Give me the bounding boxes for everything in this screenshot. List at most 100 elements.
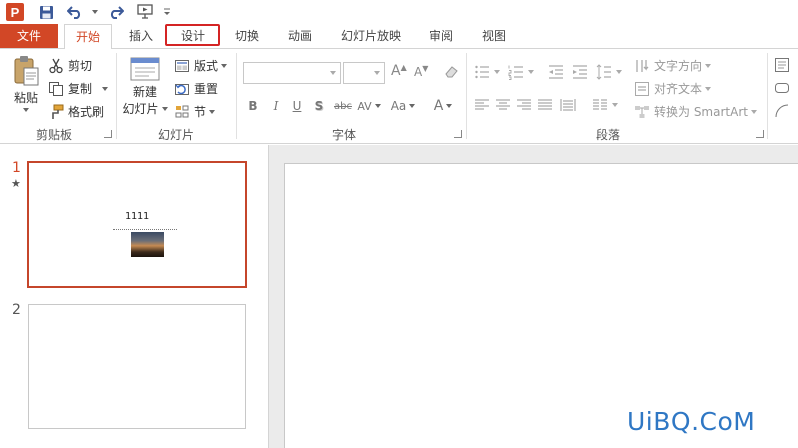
bullets-button[interactable] [474,64,500,80]
tab-insert[interactable]: 插入 [120,24,162,48]
change-case-label: Aa [390,99,407,113]
chevron-down-icon [221,63,228,68]
section-icon [175,105,189,117]
copy-button[interactable]: 复制 [48,80,109,97]
start-from-beginning-button[interactable] [134,2,156,22]
quick-access-toolbar: P [0,0,798,24]
align-left-button[interactable] [474,97,494,113]
new-slide-button[interactable]: 新建 幻灯片 [122,55,168,121]
cut-button[interactable]: 剪切 [48,57,92,74]
chevron-down-icon [374,71,380,75]
ribbon-tabs: 文件 开始 插入 设计 切换 动画 幻灯片放映 审阅 视图 [0,24,798,49]
font-launcher-icon[interactable] [454,130,462,138]
columns-icon [593,99,607,110]
section-button[interactable]: 节 [174,103,216,120]
align-text-label: 对齐文本 [654,82,703,96]
paste-label: 粘贴 [13,91,38,105]
tab-file[interactable]: 文件 [0,24,58,48]
slideshow-icon [137,4,153,19]
align-text-button[interactable]: 对齐文本 [634,80,712,97]
reset-icon [175,83,189,95]
bold-button[interactable]: B [246,97,260,115]
save-button[interactable] [36,2,56,22]
grow-font-button[interactable]: A ▲ [391,62,407,80]
shape-arc-icon[interactable] [774,103,794,119]
redo-button[interactable] [106,2,126,22]
italic-button[interactable]: I [270,97,282,115]
paragraph-group-label: 段落 [595,128,620,142]
align-left-icon [475,99,489,110]
convert-smartart-button[interactable]: 转换为 SmartArt [634,103,757,120]
distributed-icon [560,99,576,111]
increase-indent-button[interactable] [572,64,592,80]
justify-icon [538,99,552,110]
tab-review[interactable]: 审阅 [420,24,462,48]
chevron-down-icon [612,103,618,107]
paragraph-launcher-icon[interactable] [756,130,764,138]
chevron-down-icon [374,104,381,108]
shape-rounded-rect-icon[interactable] [774,80,794,96]
layout-button[interactable]: 版式 [174,57,228,74]
text-shadow-button[interactable]: S [312,97,326,115]
section-label: 节 [194,105,207,119]
layout-icon [175,59,189,72]
font-name-combobox[interactable] [243,62,341,84]
customize-qat-button[interactable] [162,2,172,22]
strikethrough-button[interactable]: abc [332,97,354,115]
tab-transitions[interactable]: 切换 [226,24,268,48]
slide-thumbnail-placeholder-line [113,229,177,231]
main-slide-canvas[interactable] [284,163,798,448]
paste-button[interactable]: 粘贴 [8,55,44,119]
slide-thumbnail-1[interactable]: 1111 [27,161,247,288]
underline-button[interactable]: U [290,97,304,115]
new-slide-icon [130,57,160,81]
line-spacing-button[interactable] [596,64,622,80]
clipboard-launcher-icon[interactable] [104,130,112,138]
character-spacing-label: AV [357,99,372,113]
character-spacing-button[interactable]: AV [356,97,382,115]
shrink-font-button[interactable]: A ▼ [414,64,428,80]
shape-textbox-icon[interactable] [774,57,794,73]
new-slide-label-line1: 新建 [132,85,157,99]
reset-button[interactable]: 重置 [174,80,218,97]
tab-home[interactable]: 开始 [64,24,112,49]
clipboard-group-label: 剪贴板 [35,128,72,142]
change-case-button[interactable]: Aa [388,97,418,115]
decrease-indent-button[interactable] [548,64,568,80]
align-right-button[interactable] [516,97,536,113]
slide-thumbnail-image [131,232,164,257]
font-size-combobox[interactable] [343,62,385,84]
clear-formatting-button[interactable] [443,64,463,80]
tab-animations[interactable]: 动画 [279,24,321,48]
slide-number: 1 [12,160,21,176]
chevron-down-icon [705,63,712,68]
numbering-button[interactable] [508,64,534,80]
text-direction-button[interactable]: 文字方向 [634,57,712,74]
font-color-button[interactable]: A [430,97,456,115]
undo-button[interactable] [64,2,86,22]
distributed-button[interactable] [560,97,580,113]
align-right-icon [517,99,531,110]
paste-icon [14,56,39,86]
tab-slideshow[interactable]: 幻灯片放映 [333,24,409,48]
undo-dropdown-button[interactable] [88,2,98,22]
chevron-down-icon [330,71,336,75]
chevron-down-icon [750,109,757,114]
rounded-rectangle-icon [775,83,789,93]
slide-thumbnail-2[interactable] [28,304,246,429]
numbering-icon [508,65,523,80]
format-painter-icon [52,104,64,119]
tab-view[interactable]: 视图 [473,24,515,48]
chevron-down-icon [91,10,98,14]
columns-button[interactable] [592,97,618,113]
new-slide-label-row: 幻灯片 [122,100,168,117]
align-center-button[interactable] [495,97,515,113]
chevron-down-icon [616,70,622,74]
tab-design[interactable]: 设计 [167,24,219,48]
grow-font-arrow-icon: ▲ [400,62,407,72]
format-painter-button[interactable]: 格式刷 [48,103,104,120]
bullets-icon [475,65,489,79]
justify-button[interactable] [537,97,557,113]
slide-thumbnail-text: 1111 [124,211,150,222]
eraser-icon [445,66,458,78]
